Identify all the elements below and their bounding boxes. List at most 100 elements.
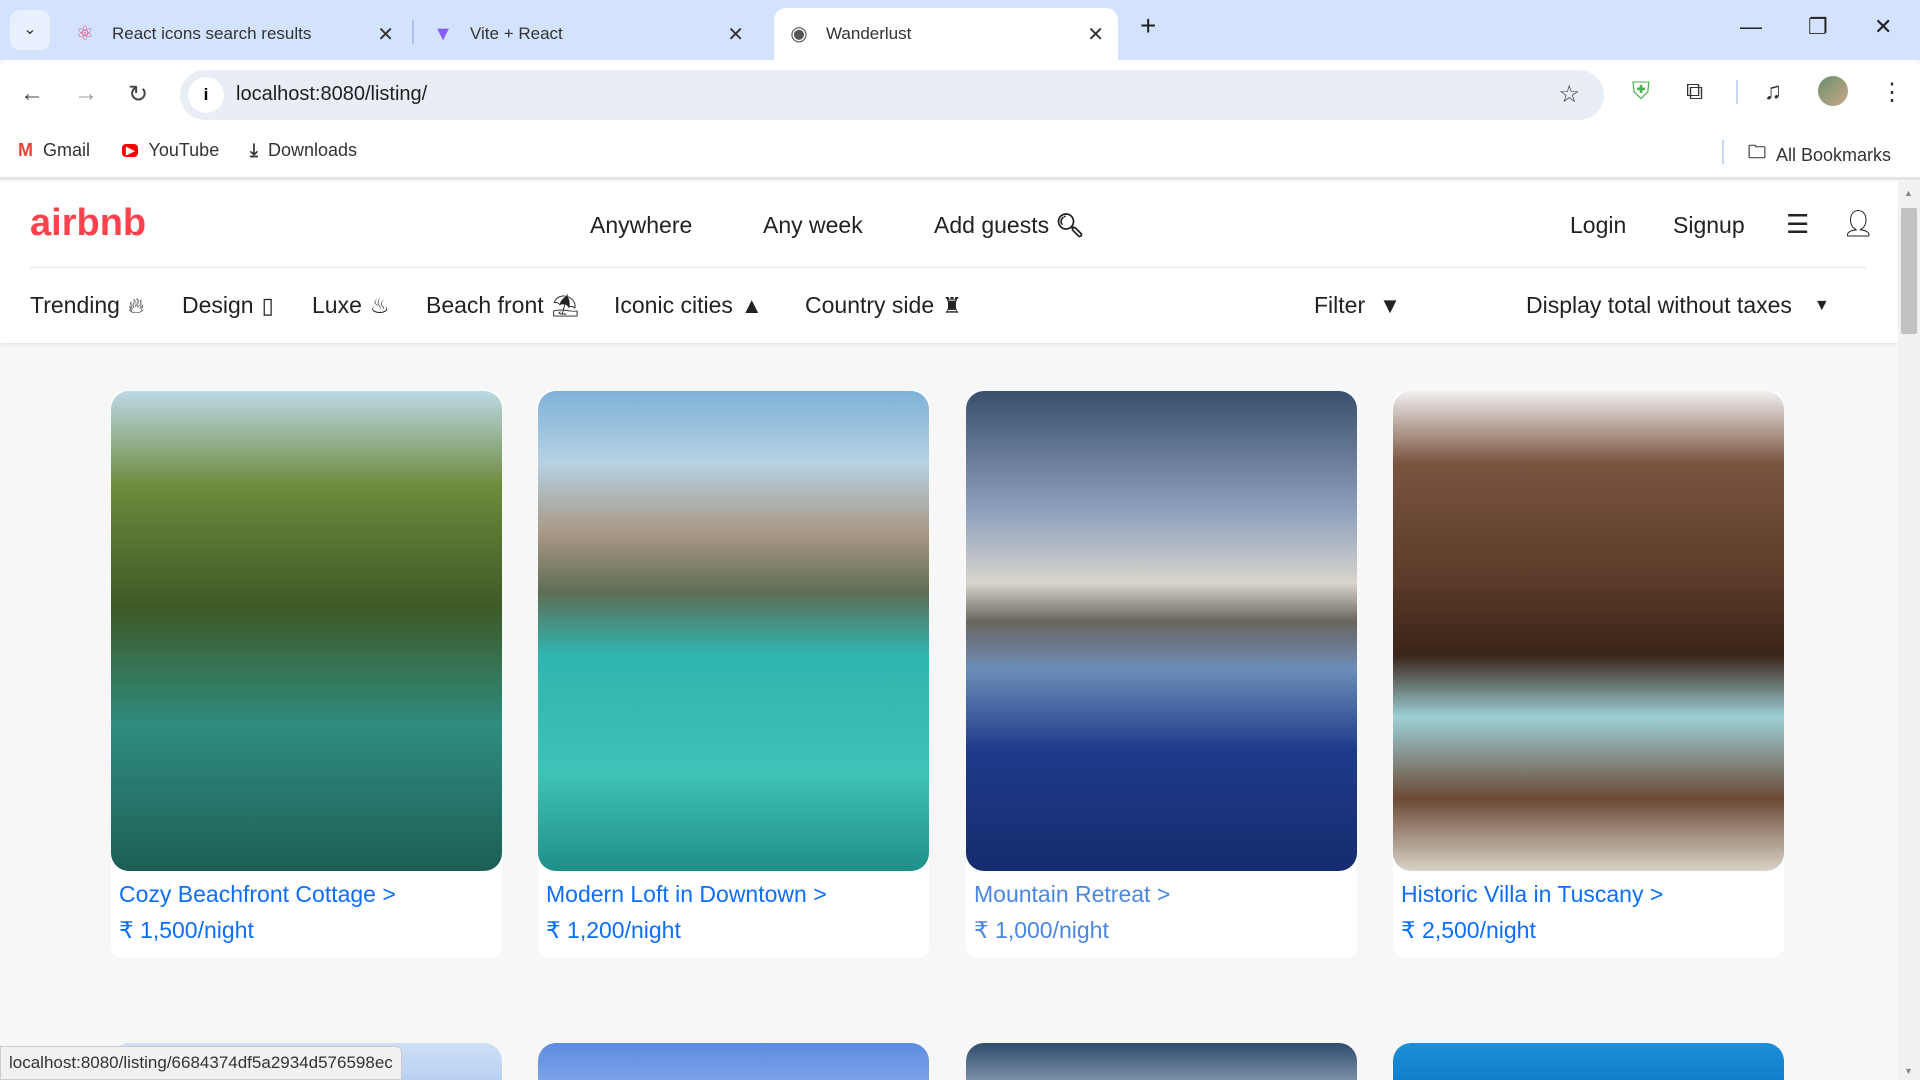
- navbar-divider: [30, 267, 1866, 268]
- close-window-button[interactable]: ✕: [1874, 14, 1892, 40]
- listing-image[interactable]: [966, 1043, 1357, 1080]
- gmail-icon: M: [18, 140, 33, 160]
- listing-card[interactable]: Historic Villa in Tuscany > ₹ 2,500/nigh…: [1393, 391, 1784, 958]
- listing-price: ₹ 2,500/night: [1401, 917, 1536, 943]
- bookmark-label: Downloads: [267, 140, 358, 160]
- all-bookmarks-button[interactable]: 🗀 All Bookmarks: [1748, 140, 1891, 170]
- listing-image[interactable]: [966, 391, 1357, 871]
- listing-image[interactable]: [538, 1043, 929, 1080]
- bookmark-star-icon[interactable]: ☆: [1558, 80, 1580, 109]
- listing-price: ₹ 1,500/night: [119, 917, 254, 943]
- category-trending[interactable]: Trending 🔥︎: [30, 292, 144, 319]
- city-icon: ▲: [740, 292, 763, 318]
- close-tab-icon[interactable]: ✕: [377, 22, 394, 47]
- bookmark-downloads[interactable]: ⤓ Downloads: [250, 140, 357, 161]
- listing-title[interactable]: Modern Loft in Downtown >: [546, 881, 827, 908]
- fire-icon: 🔥︎: [127, 292, 145, 318]
- bookmark-label: Gmail: [43, 140, 91, 160]
- minimize-button[interactable]: —: [1740, 14, 1762, 40]
- filter-funnel-icon: ▼: [1379, 292, 1401, 318]
- forward-icon[interactable]: →: [74, 80, 98, 108]
- listing-card[interactable]: Cozy Beachfront Cottage > ₹ 1,500/night: [111, 391, 502, 958]
- reload-icon[interactable]: ↻: [128, 80, 148, 109]
- bookmark-gmail[interactable]: M Gmail: [18, 140, 90, 161]
- new-tab-button[interactable]: +: [1140, 10, 1156, 42]
- address-bar[interactable]: i localhost:8080/listing/ ☆: [180, 70, 1604, 120]
- scrollbar-thumb[interactable]: [1901, 208, 1917, 334]
- close-tab-icon[interactable]: ✕: [1087, 22, 1104, 47]
- globe-icon: ◉: [790, 23, 808, 45]
- category-design[interactable]: Design ▯: [182, 292, 274, 319]
- listing-image[interactable]: [111, 391, 502, 871]
- nav-any-week[interactable]: Any week: [763, 212, 863, 239]
- close-tab-icon[interactable]: ✕: [727, 22, 744, 47]
- download-icon: ⤓: [250, 140, 258, 160]
- folder-icon: 🗀: [1748, 142, 1766, 162]
- tab-vite-react[interactable]: ▼ Vite + React ✕: [418, 8, 758, 60]
- tab-title: Vite + React: [470, 24, 563, 43]
- site-navbar: airbnb Anywhere Any week Add guests 🔍︎ L…: [0, 182, 1898, 343]
- listing-image[interactable]: [1393, 1043, 1784, 1080]
- listing-price: ₹ 1,000/night: [974, 917, 1109, 943]
- bookmark-label: All Bookmarks: [1776, 144, 1892, 165]
- vertical-scrollbar[interactable]: ▲ ▼: [1898, 182, 1920, 1080]
- signup-link[interactable]: Signup: [1673, 212, 1745, 239]
- listing-title[interactable]: Cozy Beachfront Cottage >: [119, 881, 396, 908]
- adguard-shield-icon[interactable]: ⛨: [1632, 78, 1650, 106]
- status-bar-url: localhost:8080/listing/6684374df5a2934d5…: [0, 1046, 402, 1080]
- login-link[interactable]: Login: [1570, 212, 1626, 239]
- airbnb-logo[interactable]: airbnb: [30, 202, 146, 245]
- category-luxe[interactable]: Luxe ♨: [312, 292, 390, 319]
- listing-price: ₹ 1,200/night: [546, 917, 681, 943]
- category-beach-front[interactable]: Beach front ⛱︎: [426, 292, 580, 319]
- bowl-icon: ♨: [369, 292, 390, 318]
- category-label: Beach front: [426, 292, 544, 318]
- tax-toggle[interactable]: Display total without taxes ▼: [1526, 292, 1830, 319]
- listing-image[interactable]: [538, 391, 929, 871]
- category-label: Trending: [30, 292, 120, 318]
- tab-wanderlust[interactable]: ◉ Wanderlust ✕: [774, 8, 1118, 60]
- bookmarks-bar: M Gmail ▶ YouTube ⤓ Downloads 🗀 All Bookmark…: [0, 128, 1920, 180]
- profile-avatar[interactable]: [1818, 76, 1848, 106]
- url-text[interactable]: localhost:8080/listing/: [236, 83, 427, 106]
- user-icon[interactable]: 👤︎: [1842, 208, 1875, 239]
- filter-button[interactable]: Filter ▼: [1314, 292, 1401, 319]
- listing-card[interactable]: Modern Loft in Downtown > ₹ 1,200/night: [538, 391, 929, 958]
- tax-toggle-label: Display total without taxes: [1526, 292, 1792, 318]
- listing-image[interactable]: [1393, 391, 1784, 871]
- scroll-down-arrow-icon[interactable]: ▼: [1904, 1066, 1913, 1076]
- add-guests-label: Add guests: [934, 212, 1050, 238]
- tab-title: React icons search results: [112, 24, 312, 43]
- category-label: Design: [182, 292, 254, 318]
- page-content: airbnb Anywhere Any week Add guests 🔍︎ L…: [0, 182, 1898, 1080]
- bookmark-label: YouTube: [148, 140, 220, 160]
- tab-strip: ⌄ ⚛ React icons search results ✕ ▼ Vite …: [0, 0, 1920, 60]
- listing-title[interactable]: Historic Villa in Tuscany >: [1401, 881, 1663, 908]
- browser-toolbar: ← → ↻ i localhost:8080/listing/ ☆ ⛨ ⧉ ♫ …: [0, 60, 1920, 128]
- bookmark-youtube[interactable]: ▶ YouTube: [122, 140, 219, 161]
- listing-title[interactable]: Mountain Retreat >: [974, 881, 1170, 908]
- scroll-up-arrow-icon[interactable]: ▲: [1904, 188, 1913, 198]
- media-control-icon[interactable]: ♫: [1764, 78, 1782, 106]
- caret-down-icon: ▼: [1813, 296, 1830, 314]
- tab-title: Wanderlust: [826, 24, 912, 43]
- category-country-side[interactable]: Country side ♜: [805, 292, 962, 319]
- category-iconic-cities[interactable]: Iconic cities ▲: [614, 292, 763, 319]
- category-label: Luxe: [312, 292, 362, 318]
- hamburger-menu-icon[interactable]: ☰: [1786, 209, 1809, 240]
- search-icon: 🔍︎: [1055, 212, 1085, 238]
- listing-card[interactable]: Mountain Retreat > ₹ 1,000/night: [966, 391, 1357, 958]
- site-info-icon[interactable]: i: [188, 77, 224, 113]
- castle-icon: ♜: [942, 292, 962, 318]
- menu-kebab-icon[interactable]: ⋮: [1880, 78, 1904, 107]
- restore-button[interactable]: ❐: [1808, 14, 1828, 40]
- vite-icon: ▼: [433, 23, 453, 45]
- nav-anywhere[interactable]: Anywhere: [590, 212, 692, 239]
- tab-react-icons[interactable]: ⚛ React icons search results ✕: [60, 8, 408, 60]
- youtube-icon: ▶: [122, 144, 139, 157]
- extensions-icon[interactable]: ⧉: [1686, 78, 1703, 106]
- nav-add-guests[interactable]: Add guests 🔍︎: [934, 212, 1085, 239]
- tab-search-button[interactable]: ⌄: [10, 10, 50, 50]
- category-label: Iconic cities: [614, 292, 733, 318]
- back-icon[interactable]: ←: [20, 80, 44, 108]
